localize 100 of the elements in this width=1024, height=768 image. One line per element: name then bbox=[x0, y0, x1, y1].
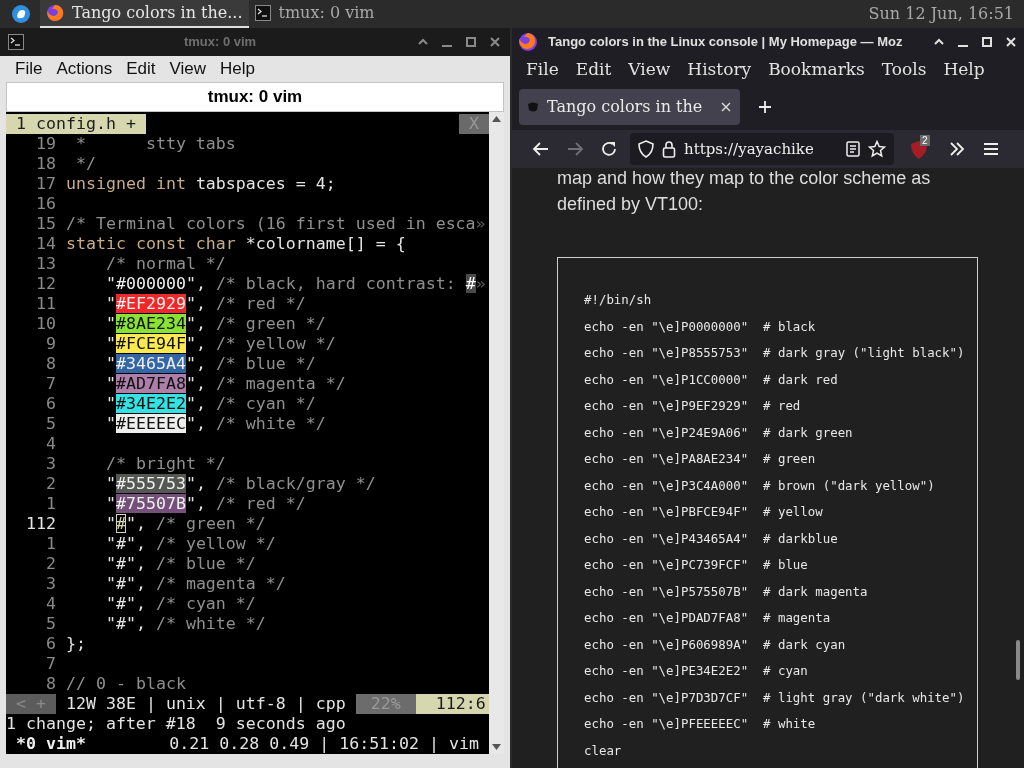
line-number: 3 bbox=[45, 574, 56, 594]
code-line: echo -en "\e]P43465A4" # darkblue bbox=[584, 529, 839, 548]
code-line: echo -en "\e]PFEEEEEC" # white bbox=[584, 715, 817, 733]
favicon-icon bbox=[527, 101, 539, 113]
code-line: /* Terminal colors (16 first used in esca» bbox=[66, 214, 486, 234]
status-text: 12W 38E | unix | utf-8 | cpp bbox=[65, 694, 347, 714]
menu-item[interactable]: View bbox=[163, 56, 212, 82]
line-number: 8 bbox=[45, 354, 56, 374]
code-line: echo -en "\e]P0000000" # black bbox=[584, 317, 817, 336]
line-number: 4 bbox=[45, 434, 56, 454]
line-number: 7 bbox=[45, 374, 56, 394]
menu-item[interactable]: Help bbox=[935, 57, 993, 83]
code-line: * stty tabs bbox=[75, 134, 236, 154]
star-icon[interactable] bbox=[868, 140, 886, 158]
terminal-icon bbox=[254, 5, 271, 21]
line-number: 18 bbox=[35, 154, 56, 174]
code-line: "#555753", /* black/gray */ bbox=[104, 474, 376, 494]
window-title: Tango colors in the Linux console | My Homepage — Moz bbox=[548, 33, 904, 52]
code-line: echo -en "\e]PBFCE94F" # yellow bbox=[584, 503, 824, 521]
menu-item[interactable]: File bbox=[9, 56, 49, 82]
menu-item[interactable]: History bbox=[679, 57, 760, 83]
window-title: tmux: 0 vim bbox=[182, 33, 258, 52]
line-number: 6 bbox=[45, 394, 56, 414]
code-line: */ bbox=[75, 154, 96, 174]
code-line: echo -en "\e]P9EF2929" # red bbox=[584, 397, 802, 415]
badge-count: 2 bbox=[920, 135, 930, 146]
line-number: 17 bbox=[35, 174, 56, 194]
clock: Sun 12 Jun, 16:51 bbox=[868, 3, 1014, 25]
line-number: 6 bbox=[45, 634, 56, 654]
code-line: }; bbox=[66, 634, 86, 654]
code-line: "#", /* white */ bbox=[104, 614, 266, 634]
menu-item[interactable]: Help bbox=[214, 56, 261, 82]
code-line: "#", /* cyan */ bbox=[104, 594, 256, 614]
menu-item[interactable]: Edit bbox=[120, 56, 162, 82]
menu-item[interactable]: View bbox=[620, 57, 679, 83]
line-number: 15 bbox=[35, 214, 56, 234]
line-number: 1 bbox=[45, 494, 56, 514]
line-number: 5 bbox=[45, 614, 56, 634]
taskbar-button[interactable]: tmux: 0 vim bbox=[248, 0, 381, 28]
line-number: 112 bbox=[25, 514, 56, 534]
code-line: echo -en "\e]P1CC0000" # dark red bbox=[584, 370, 839, 389]
code-line: "#75507B", /* red */ bbox=[104, 494, 306, 514]
line-number: 10 bbox=[35, 314, 56, 334]
code-line: echo -en "\e]PE34E2E2" # cyan bbox=[584, 662, 809, 680]
close-icon[interactable] bbox=[1004, 35, 1018, 49]
line-number: 2 bbox=[45, 554, 56, 574]
scroll-up-arrow-icon[interactable] bbox=[492, 116, 501, 122]
forward-arrow-icon[interactable] bbox=[566, 140, 584, 158]
line-number: 16 bbox=[35, 194, 56, 214]
line-number: 7 bbox=[45, 654, 56, 674]
maximize-icon[interactable] bbox=[980, 35, 994, 49]
code-line: /* normal */ bbox=[104, 254, 226, 274]
line-number: 2 bbox=[45, 474, 56, 494]
browser-icon bbox=[46, 4, 64, 22]
menu-item[interactable]: File bbox=[518, 57, 567, 83]
menu-item[interactable]: Tools bbox=[873, 57, 935, 83]
code-line: echo -en "\e]P24E9A06" # dark green bbox=[584, 423, 854, 442]
close-icon[interactable] bbox=[720, 101, 732, 113]
url-bar[interactable]: https://yayachike bbox=[630, 133, 894, 165]
status-text: < + bbox=[6, 694, 56, 714]
browser-tab[interactable]: Tango colors in the bbox=[519, 89, 740, 125]
line-number: 19 bbox=[35, 134, 56, 154]
maximize-icon[interactable] bbox=[464, 35, 478, 49]
reload-icon[interactable] bbox=[600, 140, 618, 158]
line-number: 3 bbox=[45, 454, 56, 474]
close-icon[interactable] bbox=[488, 35, 502, 49]
tmux-window-label: *0 vim* bbox=[16, 734, 86, 754]
paragraph: map and how they map to the color scheme as defined by VT100: bbox=[557, 168, 932, 216]
code-line: /* bright */ bbox=[104, 454, 226, 474]
vim-tab[interactable]: 1 config.h + bbox=[6, 114, 146, 134]
shield-icon[interactable] bbox=[638, 140, 654, 158]
code-line: "#", /* magenta */ bbox=[104, 574, 286, 594]
browser-logo-icon bbox=[518, 32, 538, 52]
lock-icon[interactable] bbox=[662, 140, 676, 158]
line-number: 14 bbox=[35, 234, 56, 254]
new-tab-icon[interactable] bbox=[758, 100, 772, 114]
taskbar-button[interactable]: Tango colors in the... bbox=[40, 0, 249, 28]
tab-title: Tango colors in the bbox=[547, 96, 704, 118]
code-line: echo -en "\e]PC739FCF" # blue bbox=[584, 556, 809, 574]
scrollbar[interactable] bbox=[489, 112, 504, 754]
code-line: "#EEEEEC", /* white */ bbox=[104, 414, 326, 434]
line-number: 5 bbox=[45, 414, 56, 434]
menu-icon[interactable] bbox=[982, 140, 1000, 158]
terminal-icon bbox=[8, 34, 24, 50]
reader-view-icon[interactable] bbox=[846, 141, 860, 157]
menu-item[interactable]: Bookmarks bbox=[760, 57, 873, 83]
back-arrow-icon[interactable] bbox=[532, 140, 550, 158]
line-number: 9 bbox=[45, 334, 56, 354]
code-line: #!/bin/sh bbox=[584, 291, 653, 309]
code-line: "#", /* yellow */ bbox=[104, 534, 276, 554]
chevrons-icon[interactable] bbox=[948, 140, 966, 158]
code-line: // 0 - black bbox=[66, 674, 186, 694]
terminal-tab[interactable]: tmux: 0 vim bbox=[6, 82, 504, 112]
scrollbar-thumb[interactable] bbox=[1016, 640, 1020, 680]
menu-item[interactable]: Edit bbox=[567, 57, 620, 83]
scroll-down-arrow-icon[interactable] bbox=[492, 744, 501, 750]
menu-item[interactable]: Actions bbox=[50, 56, 119, 82]
tmux-status-info: 0.21 0.28 0.49 | 16:51:02 | vim bbox=[169, 734, 480, 754]
app-menu-icon[interactable] bbox=[12, 5, 30, 23]
code-line: clear bbox=[584, 741, 623, 760]
